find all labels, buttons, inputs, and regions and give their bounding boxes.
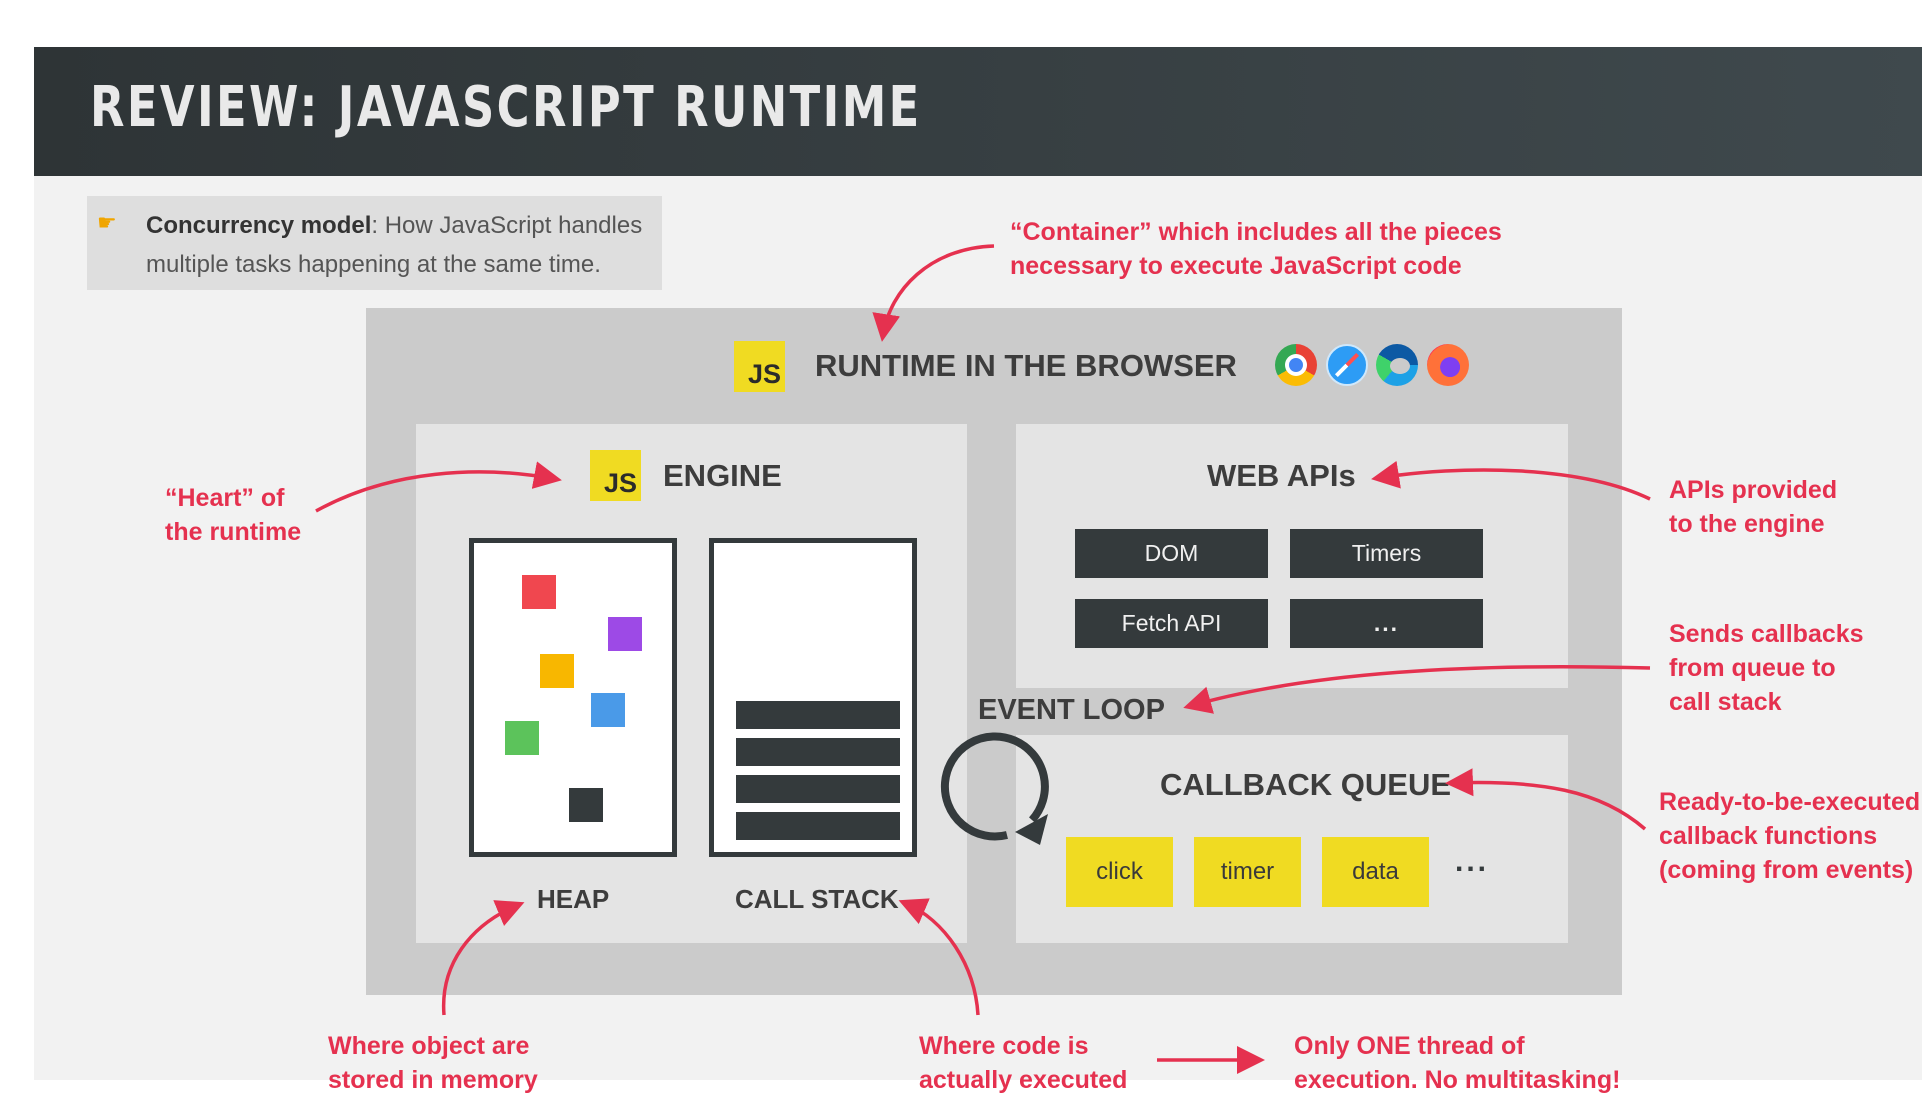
api-fetch: Fetch API: [1075, 599, 1268, 648]
heart-annotation: “Heart” of the runtime: [165, 484, 302, 546]
heap-object: [540, 654, 574, 688]
callback-queue-title: CALLBACK QUEUE: [1160, 767, 1452, 802]
heap-object: [505, 721, 539, 755]
engine-title: ENGINE: [663, 458, 782, 493]
thread-annotation: Only ONE thread of execution. No multita…: [1294, 1032, 1621, 1094]
heap-object: [522, 575, 556, 609]
ready-annotation: Ready-to-be-executed callback functions …: [1659, 788, 1921, 884]
safari-icon: [1326, 344, 1368, 386]
queue-item-data: data: [1322, 837, 1429, 907]
header-bar: REVIEW: JAVASCRIPT RUNTIME: [34, 47, 1922, 176]
stack-frame: [736, 738, 900, 766]
web-apis-panel: WEB APIs DOM Timers Fetch API ...: [1016, 424, 1568, 688]
heap-annotation: Where object are stored in memory: [328, 1032, 538, 1094]
api-dom: DOM: [1075, 529, 1268, 578]
container-annotation: “Container” which includes all the piece…: [1010, 218, 1502, 280]
call-stack-box: [709, 538, 917, 857]
sends-callbacks-annotation: Sends callbacks from queue to call stack: [1669, 620, 1864, 716]
stack-frame: [736, 701, 900, 729]
stack-frame: [736, 812, 900, 840]
concurrency-term: Concurrency model: [146, 212, 372, 239]
web-apis-title: WEB APIs: [1207, 458, 1356, 493]
firefox-icon: [1427, 344, 1469, 386]
edge-icon: [1376, 344, 1418, 386]
chrome-icon: [1275, 344, 1317, 386]
queue-item-timer: timer: [1194, 837, 1301, 907]
call-stack-annotation: Where code is actually executed: [919, 1032, 1128, 1094]
stack-frame: [736, 775, 900, 803]
js-logo-icon: JS: [734, 341, 785, 392]
callback-queue-panel: CALLBACK QUEUE click timer data ...: [1016, 735, 1568, 943]
heap-object: [591, 693, 625, 727]
heap-label: HEAP: [537, 884, 610, 914]
engine-panel: JS ENGINE HEAP CALL STACK: [416, 424, 967, 943]
apis-annotation: APIs provided to the engine: [1669, 476, 1838, 538]
heap-object: [569, 788, 603, 822]
page-title: REVIEW: JAVASCRIPT RUNTIME: [90, 75, 922, 140]
call-stack-label: CALL STACK: [735, 884, 899, 914]
runtime-container: JS RUNTIME IN THE BROWSER JS ENGINE HEAP: [366, 308, 1622, 995]
heap-object: [608, 617, 642, 651]
event-loop-label: EVENT LOOP: [978, 694, 1165, 726]
api-timers: Timers: [1290, 529, 1483, 578]
concurrency-note: ☛ Concurrency model: How JavaScript hand…: [87, 196, 662, 290]
heap-box: [469, 538, 677, 857]
queue-item-click: click: [1066, 837, 1173, 907]
runtime-title: RUNTIME IN THE BROWSER: [815, 348, 1237, 383]
concurrency-text: Concurrency model: How JavaScript handle…: [146, 206, 656, 284]
pointing-hand-icon: ☛: [97, 210, 117, 235]
engine-js-logo-icon: JS: [590, 450, 641, 501]
api-more: ...: [1290, 599, 1483, 648]
queue-more: ...: [1455, 845, 1490, 878]
